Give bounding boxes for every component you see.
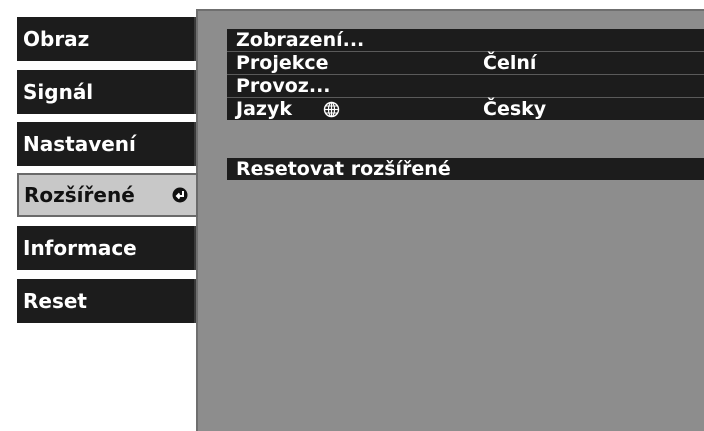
- menu-item-label: Jazyk: [236, 98, 292, 120]
- submenu-panel: Zobrazení... Projekce Čelní Provoz... Ja…: [196, 9, 704, 431]
- tab-nastaveni[interactable]: Nastavení: [17, 122, 196, 166]
- enter-icon: [172, 187, 188, 203]
- menu-item-label: Projekce: [236, 52, 329, 74]
- tab-label: Rozšířené: [24, 183, 135, 207]
- tab-label: Reset: [23, 289, 87, 313]
- tab-label: Nastavení: [23, 132, 136, 156]
- menu-item-label: Zobrazení...: [236, 29, 365, 51]
- tab-rozsirene[interactable]: Rozšířené: [17, 173, 198, 217]
- menu-item-zobrazeni[interactable]: Zobrazení...: [227, 29, 704, 51]
- menu-item-provoz[interactable]: Provoz...: [227, 75, 704, 97]
- tab-label: Obraz: [23, 27, 90, 51]
- menu-item-resetovat-rozsirene[interactable]: Resetovat rozšířené: [227, 158, 704, 180]
- tab-obraz[interactable]: Obraz: [17, 17, 196, 61]
- menu-item-value: Čelní: [483, 52, 537, 74]
- tab-reset[interactable]: Reset: [17, 279, 196, 323]
- menu-item-jazyk[interactable]: Jazyk Česky: [227, 98, 704, 120]
- tab-informace[interactable]: Informace: [17, 226, 196, 270]
- menu-item-label: Resetovat rozšířené: [236, 158, 451, 180]
- menu-item-label: Provoz...: [236, 75, 331, 97]
- menu-item-value: Česky: [483, 98, 547, 120]
- menu-item-projekce[interactable]: Projekce Čelní: [227, 52, 704, 74]
- projector-menu-screen: Obraz Signál Nastavení Rozšířené Informa…: [0, 0, 704, 431]
- tab-signal[interactable]: Signál: [17, 70, 196, 114]
- globe-icon: [323, 101, 340, 118]
- tab-label: Informace: [23, 236, 137, 260]
- tab-label: Signál: [23, 80, 94, 104]
